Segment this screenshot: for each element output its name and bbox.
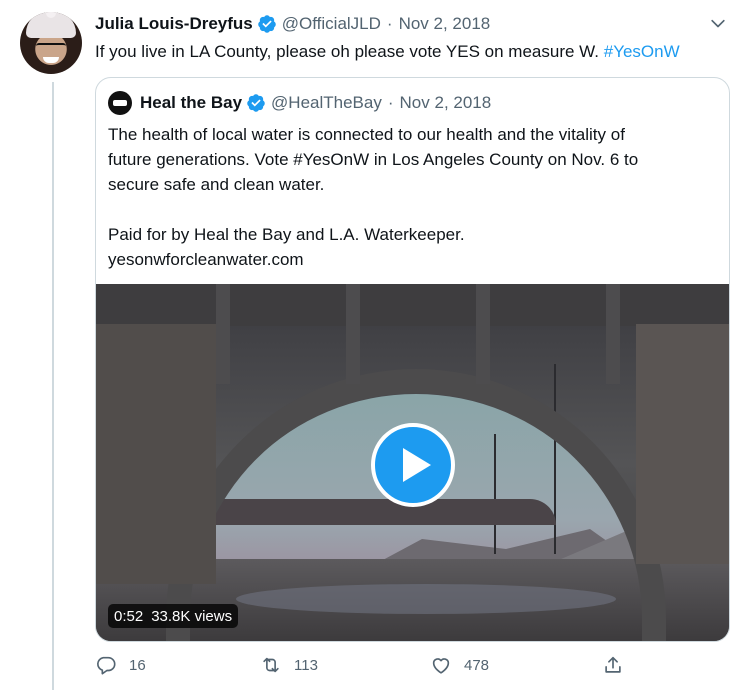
avatar-glasses [36,43,66,51]
quote-author-name: Heal the Bay [140,93,243,112]
author-name[interactable]: Julia Louis-Dreyfus [95,14,253,34]
quote-paragraph-1: The health of local water is connected t… [108,125,639,194]
avatar[interactable] [20,12,82,74]
video-duration: 0:52 [114,607,144,625]
video-player[interactable]: 0:52 33.8K views [96,284,729,641]
like-count: 478 [464,656,490,674]
play-button[interactable] [371,423,455,507]
like-icon [432,658,450,674]
deck-post [606,284,620,384]
header-separator: · [386,14,393,33]
tweet-body: If you live in LA County, please oh plea… [95,42,604,61]
bridge-deck [96,284,729,326]
quote-author-handle: @HealTheBay [271,93,382,112]
retweet-icon [263,657,279,673]
video-meta-badge: 0:52 33.8K views [108,604,239,628]
retweet-count: 113 [294,656,318,674]
tweet-text: If you live in LA County, please oh plea… [95,41,680,63]
like-button[interactable]: 478 [430,654,489,676]
deck-post [216,284,230,384]
quote-text: The health of local water is connected t… [108,122,718,272]
tweet-date[interactable]: Nov 2, 2018 [399,14,491,34]
avatar-smile [43,57,59,63]
video-views: 33.8K views [151,607,233,625]
quote-tweet-card[interactable]: Heal the Bay @HealTheBay · Nov 2, 2018 T… [95,77,730,642]
action-bar: 16 113 478 [95,654,635,678]
quote-paragraph-2: Paid for by Heal the Bay and L.A. Waterk… [108,225,465,269]
bridge-pillar-left [96,324,216,584]
bridge-pillar-right [636,324,729,564]
reply-count: 16 [129,656,146,674]
verified-icon [247,94,265,112]
share-icon [605,656,621,673]
reply-button[interactable]: 16 [95,654,146,676]
tweet-header: Julia Louis-Dreyfus @OfficialJLD · Nov 2… [95,13,490,35]
chevron-down-icon[interactable] [708,14,728,34]
quote-avatar [108,91,132,115]
quote-header-separator: · [387,93,394,112]
deck-post [346,284,360,384]
verified-icon [258,15,276,33]
reply-icon [97,656,116,675]
quote-header: Heal the Bay @HealTheBay · Nov 2, 2018 [108,91,492,115]
deck-post [476,284,490,384]
play-icon [403,448,431,482]
hashtag-link[interactable]: #YesOnW [604,42,680,61]
share-button[interactable] [602,654,636,676]
thread-line [52,82,54,690]
quote-date: Nov 2, 2018 [399,93,492,112]
retweet-button[interactable]: 113 [260,654,318,676]
author-handle[interactable]: @OfficialJLD [282,14,381,34]
